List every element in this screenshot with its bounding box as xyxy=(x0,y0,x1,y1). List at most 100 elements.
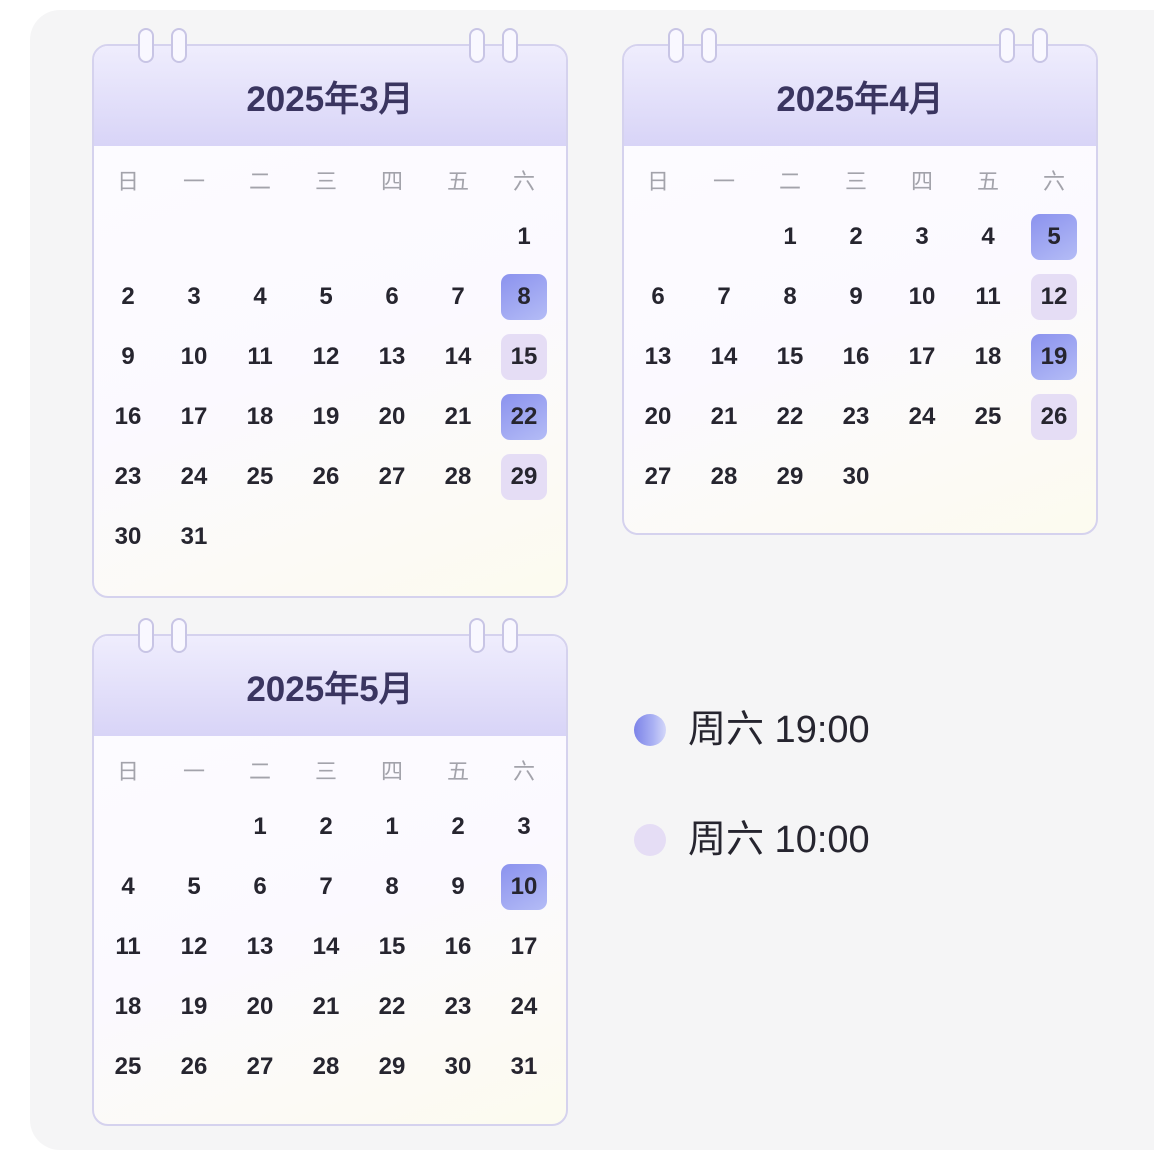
weekday-label: 日 xyxy=(646,169,669,194)
day-number: 24 xyxy=(180,463,208,490)
day-number: 23 xyxy=(114,463,142,490)
day-cell-highlighted: 19 xyxy=(1021,327,1087,387)
day-cell: 21 xyxy=(425,387,491,447)
day-cell: 14 xyxy=(293,917,359,977)
day-number: 11 xyxy=(247,343,273,370)
binder-ring-icon xyxy=(999,28,1015,63)
day-cell: 16 xyxy=(95,387,161,447)
day-cell: 21 xyxy=(293,977,359,1037)
day-cell: 2 xyxy=(293,797,359,857)
day-cell: 27 xyxy=(625,447,691,507)
day-cell: 11 xyxy=(227,327,293,387)
calendar-title: 2025年3月 xyxy=(246,80,414,119)
empty-cell xyxy=(955,447,1021,507)
empty-cell xyxy=(293,207,359,267)
week-row: 23 24 25 26 27 28 29 xyxy=(95,447,557,507)
day-cell: 15 xyxy=(359,917,425,977)
day-number: 3 xyxy=(517,813,531,840)
day-cell: 4 xyxy=(95,857,161,917)
day-number: 18 xyxy=(114,993,142,1020)
week-row: 9 10 11 12 13 14 15 xyxy=(95,327,557,387)
day-number: 28 xyxy=(710,463,738,490)
day-number: 8 xyxy=(517,283,531,310)
binder-ring-icon xyxy=(502,28,518,63)
weekday-label: 六 xyxy=(512,759,535,784)
day-cell: 30 xyxy=(823,447,889,507)
day-cell: 18 xyxy=(955,327,1021,387)
day-number: 24 xyxy=(908,403,936,430)
day-cell: 3 xyxy=(491,797,557,857)
day-cell: 23 xyxy=(823,387,889,447)
binder-ring-icon xyxy=(138,618,154,653)
day-cell: 8 xyxy=(359,857,425,917)
day-cell: 24 xyxy=(889,387,955,447)
day-number: 11 xyxy=(115,933,141,960)
weekday-label: 六 xyxy=(512,169,535,194)
day-number: 1 xyxy=(783,223,797,250)
day-number: 15 xyxy=(776,343,804,370)
weekday-label: 五 xyxy=(976,169,999,194)
day-cell: 7 xyxy=(293,857,359,917)
day-number: 1 xyxy=(253,813,267,840)
day-number: 12 xyxy=(312,343,340,370)
week-row: 18 19 20 21 22 23 24 xyxy=(95,977,557,1037)
empty-cell xyxy=(95,207,161,267)
weekday-label: 二 xyxy=(248,169,271,194)
day-number: 27 xyxy=(246,1053,274,1080)
day-number: 17 xyxy=(180,403,208,430)
day-number: 22 xyxy=(776,403,804,430)
day-number: 19 xyxy=(1040,343,1068,370)
day-cell: 14 xyxy=(425,327,491,387)
day-cell: 4 xyxy=(955,207,1021,267)
day-cell: 26 xyxy=(161,1037,227,1097)
empty-cell xyxy=(293,507,359,567)
day-cell: 30 xyxy=(425,1037,491,1097)
day-number: 21 xyxy=(312,993,340,1020)
day-cell: 1 xyxy=(491,207,557,267)
day-cell-highlighted: 22 xyxy=(491,387,557,447)
empty-cell xyxy=(359,207,425,267)
day-cell: 26 xyxy=(293,447,359,507)
day-cell-highlighted: 26 xyxy=(1021,387,1087,447)
day-cell-highlighted: 10 xyxy=(491,857,557,917)
weekday-label: 日 xyxy=(116,759,139,784)
day-number: 31 xyxy=(510,1053,538,1080)
day-number: 16 xyxy=(444,933,472,960)
day-number: 10 xyxy=(510,873,538,900)
day-number: 17 xyxy=(908,343,936,370)
weekday-label: 六 xyxy=(1042,169,1065,194)
day-number: 29 xyxy=(378,1053,406,1080)
day-cell: 16 xyxy=(425,917,491,977)
day-cell: 3 xyxy=(889,207,955,267)
day-number: 23 xyxy=(842,403,870,430)
calendar-card: 2025年4月日一二三四五六 1 2 3 4 5 6 7 8 9 10 11 12 13 14 15 16 17 1… xyxy=(622,28,1098,535)
weekday-label: 五 xyxy=(446,759,469,784)
day-number: 11 xyxy=(975,283,1001,310)
weekday-label: 一 xyxy=(712,169,735,194)
day-cell-highlighted: 15 xyxy=(491,327,557,387)
weekday-header: 日一二三四五六 xyxy=(625,162,1087,202)
day-number: 29 xyxy=(776,463,804,490)
day-number: 26 xyxy=(1040,403,1068,430)
day-number: 2 xyxy=(451,813,465,840)
day-number: 6 xyxy=(385,283,399,310)
legend-dot-icon xyxy=(634,714,666,746)
day-cell: 28 xyxy=(293,1037,359,1097)
day-cell: 27 xyxy=(227,1037,293,1097)
day-number: 20 xyxy=(644,403,672,430)
empty-cell xyxy=(691,207,757,267)
day-cell: 25 xyxy=(227,447,293,507)
day-number: 30 xyxy=(114,523,142,550)
day-number: 4 xyxy=(121,873,135,900)
day-number: 18 xyxy=(974,343,1002,370)
week-row: 16 17 18 19 20 21 22 xyxy=(95,387,557,447)
day-number: 7 xyxy=(717,283,731,310)
day-cell: 22 xyxy=(359,977,425,1037)
day-cell: 27 xyxy=(359,447,425,507)
day-number: 14 xyxy=(444,343,472,370)
binder-ring-icon xyxy=(1032,28,1048,63)
weekday-label: 一 xyxy=(182,169,205,194)
day-cell: 11 xyxy=(955,267,1021,327)
empty-cell xyxy=(161,207,227,267)
day-number: 16 xyxy=(114,403,142,430)
